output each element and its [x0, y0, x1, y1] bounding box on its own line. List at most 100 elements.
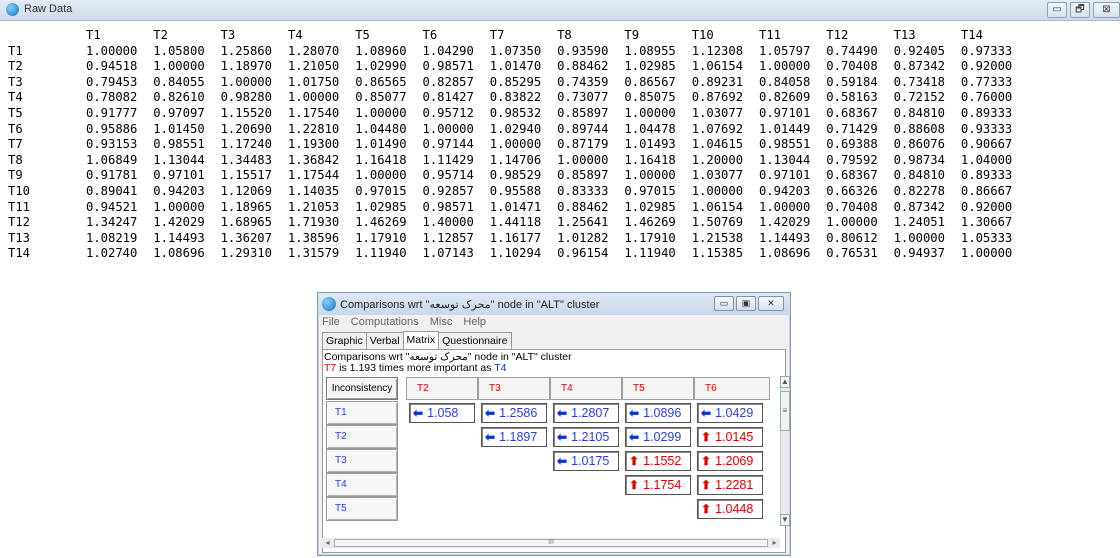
raw-cell: 1.01282	[557, 230, 609, 245]
raw-cell: 1.12069	[220, 183, 272, 198]
raw-col-header: T1	[86, 28, 101, 42]
raw-cell: 1.01750	[287, 74, 340, 89]
matrix-value-cell[interactable]: ⬆ 1.2069	[697, 451, 763, 471]
raw-cell: 1.04000	[960, 152, 1013, 167]
menu-help[interactable]: Help	[463, 316, 486, 328]
dialog-close-button[interactable]: ✕	[758, 296, 784, 311]
raw-col-header: T6	[422, 28, 438, 42]
matrix-value-cell[interactable]: ⬅ 1.0429	[697, 403, 763, 423]
dialog-minimize-button[interactable]: ▭	[714, 296, 734, 311]
raw-cell: 1.00000	[826, 215, 878, 230]
raw-cell: 0.71429	[826, 121, 878, 136]
raw-cell: 0.98529	[489, 168, 542, 183]
close-button[interactable]: ⊠	[1093, 2, 1120, 18]
menu-misc[interactable]: Misc	[430, 316, 453, 328]
raw-cell: 1.04615	[691, 137, 744, 152]
vertical-scrollbar[interactable]: ▲ ≡ ▼	[780, 376, 790, 526]
raw-cell: 1.07692	[691, 121, 744, 136]
left-arrow-icon: ⬅	[485, 430, 496, 444]
raw-cell: 0.87342	[893, 59, 945, 74]
matrix-value-cell[interactable]: ⬅ 1.2586	[481, 403, 547, 423]
matrix-value-cell[interactable]: ⬅ 1.2807	[553, 403, 619, 423]
scroll-thumb[interactable]: ≡	[780, 391, 790, 431]
matrix-value: 1.058	[427, 406, 459, 420]
raw-cell: 0.87342	[893, 199, 945, 214]
raw-cell: 0.94518	[86, 59, 138, 74]
matrix-value-cell[interactable]: ⬅ 1.0175	[553, 451, 619, 471]
raw-col-header: T9	[624, 28, 640, 42]
raw-cell: 0.91777	[86, 105, 138, 120]
tab-matrix[interactable]: Matrix	[402, 331, 440, 349]
dialog-maximize-button[interactable]: ▣	[736, 296, 756, 311]
raw-cell: 1.13044	[153, 152, 205, 167]
raw-cell: 0.78082	[86, 90, 138, 105]
scroll-up-icon[interactable]: ▲	[780, 376, 790, 388]
raw-cell: 1.12857	[422, 230, 474, 245]
matrix-value-cell[interactable]: ⬅ 1.0299	[625, 427, 691, 447]
raw-cell: 1.50769	[691, 215, 744, 230]
raw-cell: 0.70408	[826, 59, 878, 74]
raw-cell: 0.93153	[86, 137, 138, 152]
up-arrow-icon: ⬆	[701, 502, 712, 516]
matrix-value-cell[interactable]: ⬅ 1.058	[409, 403, 475, 423]
raw-cell: 1.05797	[759, 43, 811, 58]
menu-bar: File Computations Misc Help	[322, 316, 494, 331]
minimize-button[interactable]: ▭	[1047, 2, 1067, 18]
raw-cell: 0.98571	[422, 59, 474, 74]
raw-cell: 0.92405	[893, 43, 945, 58]
raw-data-title: Raw Data	[24, 3, 73, 15]
raw-cell: 0.83822	[489, 90, 542, 105]
matrix-value-cell[interactable]: ⬆ 1.2281	[697, 475, 763, 495]
scroll-left-icon[interactable]: ◂	[322, 538, 333, 548]
raw-cell: 1.07350	[489, 43, 542, 58]
matrix-value: 1.1552	[643, 454, 682, 468]
tab-questionnaire[interactable]: Questionnaire	[438, 332, 512, 349]
scroll-thumb-horizontal[interactable]: III	[334, 539, 768, 547]
comparison-info: Comparisons wrt "محرک توسعه" node in "AL…	[324, 352, 572, 374]
menu-file[interactable]: File	[322, 316, 340, 328]
raw-cell: 0.93590	[557, 43, 609, 58]
raw-cell: 1.02985	[355, 199, 407, 214]
raw-cell: 0.95886	[86, 121, 138, 136]
matrix-value-cell[interactable]: ⬆ 1.0145	[697, 427, 763, 447]
tab-graphic[interactable]: Graphic	[322, 332, 367, 349]
raw-cell: 1.34247	[86, 215, 138, 230]
up-arrow-icon: ⬆	[629, 454, 640, 468]
matrix-value-cell[interactable]: ⬅ 1.1897	[481, 427, 547, 447]
raw-row-label: T9	[8, 168, 23, 183]
raw-cell: 0.85295	[489, 74, 542, 89]
raw-cell: 1.16418	[355, 152, 407, 167]
matrix-row-header: T5	[326, 497, 398, 521]
raw-cell: 1.11940	[355, 246, 407, 261]
raw-cell: 0.97101	[759, 168, 811, 183]
horizontal-scrollbar[interactable]: ◂ III ▸	[322, 538, 780, 548]
raw-cell: 1.46269	[355, 215, 407, 230]
raw-cell: 0.98532	[489, 105, 542, 120]
raw-cell: 1.15517	[220, 168, 272, 183]
raw-cell: 1.08219	[86, 230, 138, 245]
inconsistency-button[interactable]: Inconsistency	[326, 377, 398, 400]
raw-cell: 1.00000	[287, 90, 340, 105]
menu-computations[interactable]: Computations	[351, 316, 419, 328]
matrix-value-cell[interactable]: ⬅ 1.2105	[553, 427, 619, 447]
raw-cell: 1.42029	[759, 215, 811, 230]
matrix-value-cell[interactable]: ⬆ 1.1754	[625, 475, 691, 495]
info-middle: is 1.193 times more important as	[336, 362, 495, 374]
raw-col-header: T10	[691, 28, 714, 42]
raw-cell: 0.82857	[422, 74, 474, 89]
raw-cell: 0.98280	[220, 90, 272, 105]
matrix-value: 1.0145	[715, 430, 754, 444]
raw-cell: 0.98571	[422, 199, 474, 214]
left-arrow-icon: ⬅	[701, 406, 712, 420]
raw-col-header: T14	[960, 28, 983, 42]
tab-verbal[interactable]: Verbal	[365, 332, 404, 349]
raw-cell: 1.30667	[960, 215, 1013, 230]
matrix-value-cell[interactable]: ⬆ 1.1552	[625, 451, 691, 471]
raw-cell: 1.00000	[489, 137, 542, 152]
matrix-value-cell[interactable]: ⬆ 1.0448	[697, 499, 763, 519]
scroll-right-icon[interactable]: ▸	[769, 538, 780, 548]
maximize-button[interactable]: 🗗	[1070, 2, 1090, 18]
raw-cell: 0.97097	[153, 105, 205, 120]
scroll-down-icon[interactable]: ▼	[780, 514, 790, 526]
matrix-value-cell[interactable]: ⬅ 1.0896	[625, 403, 691, 423]
